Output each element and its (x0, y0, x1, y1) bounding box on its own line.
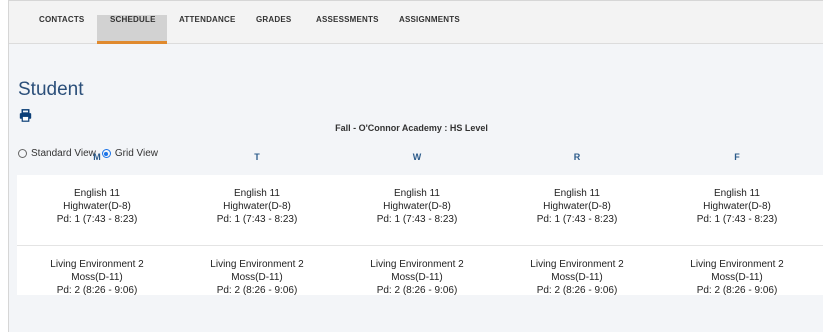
course-name: Living Environment 2 (690, 259, 784, 270)
day-header: T (254, 152, 260, 162)
tab-schedule[interactable]: SCHEDULE (110, 15, 156, 24)
day-header: M (93, 152, 101, 162)
teacher-room: Highwater(D-8) (223, 201, 291, 212)
schedule-cell[interactable]: Living Environment 2 Moss(D-11) Pd: 2 (8… (337, 258, 497, 297)
teacher-room: Highwater(D-8) (703, 201, 771, 212)
period-time: Pd: 1 (7:43 - 8:23) (56, 214, 138, 225)
period-time: Pd: 1 (7:43 - 8:23) (376, 214, 458, 225)
schedule-cell[interactable]: English 11 Highwater(D-8) Pd: 1 (7:43 - … (337, 187, 497, 226)
schedule-cell[interactable]: Living Environment 2 Moss(D-11) Pd: 2 (8… (497, 258, 657, 297)
teacher-room: Moss(D-11) (391, 272, 443, 283)
teacher-room: Moss(D-11) (231, 272, 283, 283)
course-name: English 11 (74, 188, 120, 199)
course-name: Living Environment 2 (210, 259, 304, 270)
tab-contacts[interactable]: CONTACTS (39, 15, 84, 24)
period-time: Pd: 2 (8:26 - 9:06) (696, 285, 778, 296)
teacher-room: Moss(D-11) (71, 272, 123, 283)
schedule-cell[interactable]: English 11 Highwater(D-8) Pd: 1 (7:43 - … (177, 187, 337, 226)
teacher-room: Moss(D-11) (711, 272, 763, 283)
teacher-room: Highwater(D-8) (383, 201, 451, 212)
period-time: Pd: 2 (8:26 - 9:06) (376, 285, 458, 296)
teacher-room: Highwater(D-8) (543, 201, 611, 212)
schedule-cell[interactable]: Living Environment 2 Moss(D-11) Pd: 2 (8… (177, 258, 337, 297)
tab-bar: CONTACTS SCHEDULE ATTENDANCE GRADES ASSE… (9, 1, 823, 44)
day-header: W (412, 152, 422, 162)
tab-assessments[interactable]: ASSESSMENTS (316, 15, 379, 24)
course-name: Living Environment 2 (530, 259, 624, 270)
schedule-cell[interactable]: English 11 Highwater(D-8) Pd: 1 (7:43 - … (497, 187, 657, 226)
period-time: Pd: 1 (7:43 - 8:23) (696, 214, 778, 225)
day-headers: M T W R F (0, 152, 823, 172)
period-time: Pd: 1 (7:43 - 8:23) (216, 214, 298, 225)
page-title: Student (18, 79, 84, 100)
period-time: Pd: 2 (8:26 - 9:06) (56, 285, 138, 296)
tab-assignments[interactable]: ASSIGNMENTS (399, 15, 460, 24)
schedule-cell[interactable]: English 11 Highwater(D-8) Pd: 1 (7:43 - … (657, 187, 817, 226)
course-name: Living Environment 2 (370, 259, 464, 270)
period-time: Pd: 1 (7:43 - 8:23) (536, 214, 618, 225)
period-row-2: Living Environment 2 Moss(D-11) Pd: 2 (8… (17, 245, 823, 311)
period-time: Pd: 2 (8:26 - 9:06) (216, 285, 298, 296)
tab-attendance[interactable]: ATTENDANCE (179, 15, 236, 24)
tab-grades[interactable]: GRADES (256, 15, 291, 24)
schedule-cell[interactable]: Living Environment 2 Moss(D-11) Pd: 2 (8… (657, 258, 817, 297)
course-name: English 11 (234, 188, 280, 199)
schedule-grid: English 11 Highwater(D-8) Pd: 1 (7:43 - … (17, 175, 823, 296)
printer-icon[interactable] (19, 109, 33, 123)
day-header: F (734, 152, 740, 162)
schedule-cell[interactable]: English 11 Highwater(D-8) Pd: 1 (7:43 - … (17, 187, 177, 226)
course-name: English 11 (394, 188, 440, 199)
teacher-room: Moss(D-11) (551, 272, 603, 283)
course-name: English 11 (554, 188, 600, 199)
day-header: R (573, 152, 581, 162)
course-name: Living Environment 2 (50, 259, 144, 270)
teacher-room: Highwater(D-8) (63, 201, 131, 212)
schedule-cell[interactable]: Living Environment 2 Moss(D-11) Pd: 2 (8… (17, 258, 177, 297)
term-heading: Fall - O'Connor Academy : HS Level (335, 123, 488, 133)
period-row-1: English 11 Highwater(D-8) Pd: 1 (7:43 - … (17, 175, 823, 241)
period-time: Pd: 2 (8:26 - 9:06) (536, 285, 618, 296)
course-name: English 11 (714, 188, 760, 199)
